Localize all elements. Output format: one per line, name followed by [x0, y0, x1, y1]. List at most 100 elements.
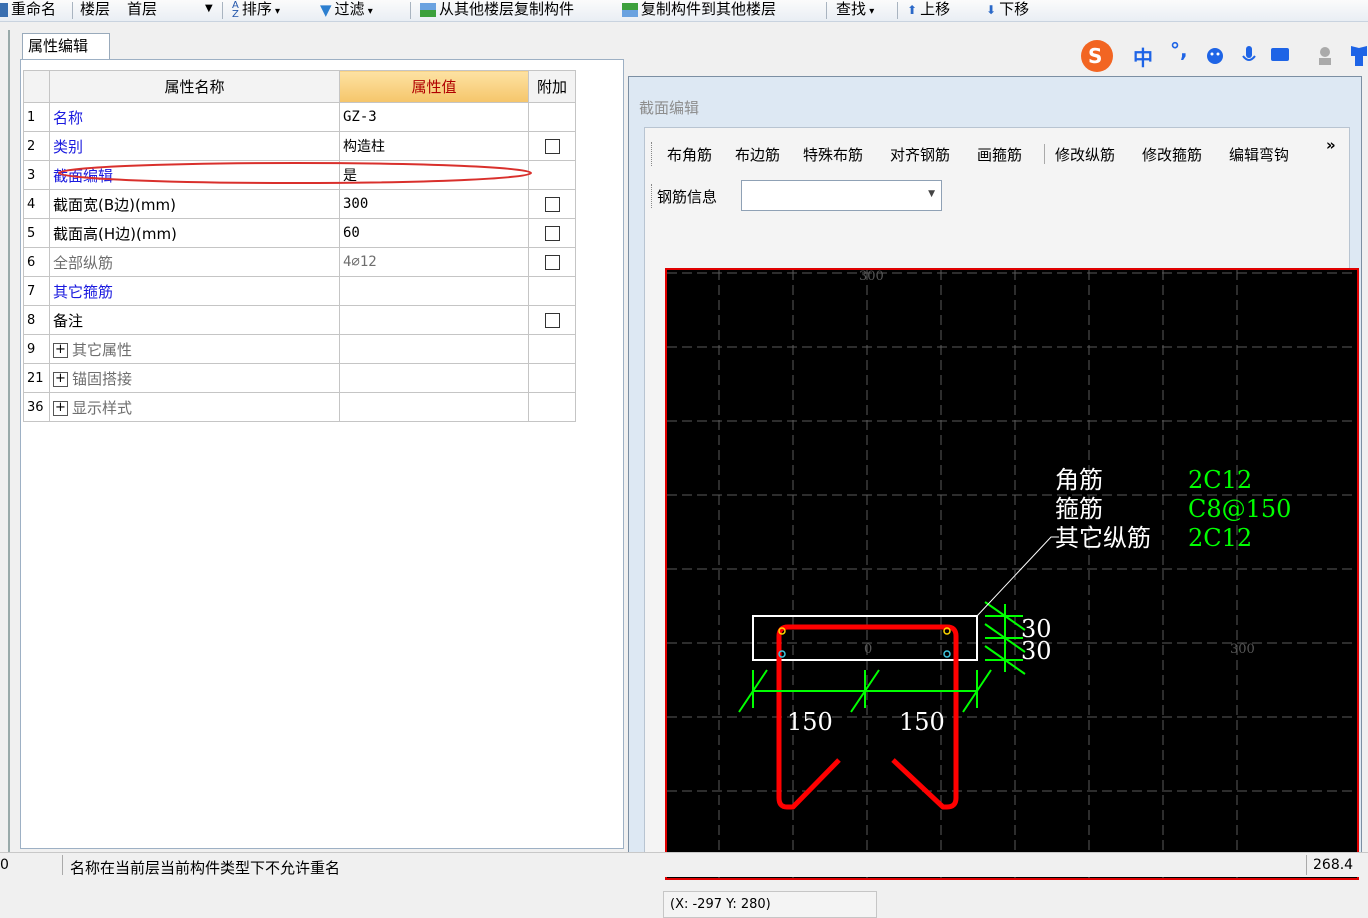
tool-special-rebar[interactable]: 特殊布筋	[803, 144, 863, 165]
arrow-down-icon: ⬇	[986, 2, 997, 17]
expand-icon[interactable]: +	[53, 342, 68, 358]
table-row[interactable]: 1 名称 GZ-3	[23, 102, 576, 132]
extra-cell	[528, 189, 576, 219]
legend-label: 角筋	[1055, 466, 1103, 494]
property-value	[339, 392, 529, 422]
filter-icon: ▼	[320, 0, 332, 19]
section-drawing[interactable]: 300 0 300 150 150 30 30 角筋 2C12 箍筋 C8@15…	[667, 269, 1357, 878]
tool-align-rebar[interactable]: 对齐钢筋	[890, 144, 950, 165]
property-value[interactable]: GZ-3	[339, 102, 529, 132]
move-up-button[interactable]: ⬆ 上移	[907, 0, 950, 22]
toolbar-separator	[222, 2, 223, 19]
grid-lines	[667, 270, 1357, 878]
tab-property-edit[interactable]: 属性编辑	[22, 33, 110, 60]
table-row[interactable]: 36 + 显示样式	[23, 392, 576, 422]
header-property-name[interactable]: 属性名称	[49, 70, 340, 103]
tool-modify-long-rebar[interactable]: 修改纵筋	[1055, 144, 1115, 165]
extra-cell	[528, 131, 576, 161]
sort-button[interactable]: A Z 排序 ▾	[232, 0, 280, 22]
row-number: 4	[23, 189, 50, 219]
row-number: 1	[23, 102, 50, 132]
table-row[interactable]: 21 + 锚固搭接	[23, 363, 576, 393]
ime-punct-indicator[interactable]: °,	[1170, 38, 1188, 62]
status-bar: 0 名称在当前层当前构件类型下不允许重名 268.4	[0, 852, 1368, 877]
tool-edit-hook[interactable]: 编辑弯钩	[1229, 144, 1289, 165]
property-value[interactable]	[339, 305, 529, 335]
legend-value: C8@150	[1188, 495, 1291, 523]
rename-icon	[0, 2, 8, 17]
property-name: 截面宽(B边)(mm)	[49, 189, 340, 219]
floor-label: 楼层	[80, 0, 111, 18]
row-number: 21	[23, 363, 50, 393]
property-panel: 属性名称 属性值 附加 1 名称 GZ-3 2 类别 构造柱 3 截面编辑 是 …	[20, 59, 624, 849]
user-icon	[1320, 47, 1330, 57]
rename-button[interactable]: 重命名	[0, 0, 56, 22]
dimension-label: 150	[787, 708, 833, 736]
move-down-button[interactable]: ⬇ 下移	[986, 0, 1029, 22]
tool-modify-stirrup[interactable]: 修改箍筋	[1142, 144, 1202, 165]
property-value[interactable]	[339, 276, 529, 306]
copy-from-floor-button[interactable]: 从其他楼层复制构件	[420, 0, 574, 22]
extra-checkbox[interactable]	[544, 313, 560, 328]
section-editor-title: 截面编辑	[639, 99, 700, 117]
emoji-icon	[1207, 48, 1223, 64]
status-separator	[62, 855, 63, 875]
table-row[interactable]: 6 全部纵筋 4⌀12	[23, 247, 576, 277]
axis-label-center: 0	[864, 642, 872, 657]
row-number: 3	[23, 160, 50, 190]
main-toolbar: 重命名 楼层 首层 ▼ A Z 排序 ▾ ▼ 过滤 ▾ 从其他楼层复制构件 复制构件到…	[0, 0, 1368, 22]
table-row[interactable]: 2 类别 构造柱	[23, 131, 576, 161]
extra-checkbox[interactable]	[544, 139, 560, 154]
extra-cell	[528, 218, 576, 248]
expand-icon[interactable]: +	[53, 371, 68, 387]
extra-checkbox[interactable]	[544, 197, 560, 212]
axis-label-right: 300	[1230, 642, 1255, 657]
left-splitter[interactable]	[8, 30, 10, 852]
property-value[interactable]: 60	[339, 218, 529, 248]
copy-layers-icon	[420, 2, 436, 17]
table-row[interactable]: 7 其它箍筋	[23, 276, 576, 306]
extra-cell	[528, 276, 576, 306]
legend-value: 2C12	[1188, 524, 1252, 552]
section-editor-body: 布角筋 布边筋 特殊布筋 对齐钢筋 画箍筋 修改纵筋 修改箍筋 编辑弯钩 » 钢…	[644, 127, 1359, 918]
keyboard-icon	[1271, 48, 1289, 61]
property-value[interactable]: 构造柱	[339, 131, 529, 161]
header-property-value[interactable]: 属性值	[339, 70, 529, 103]
tool-draw-stirrup[interactable]: 画箍筋	[977, 144, 1022, 165]
filter-button[interactable]: ▼ 过滤 ▾	[320, 0, 373, 22]
table-row[interactable]: 9 + 其它属性	[23, 334, 576, 364]
property-value	[339, 363, 529, 393]
row-number: 8	[23, 305, 50, 335]
legend-value: 2C12	[1188, 466, 1252, 494]
grid-header-row: 属性名称 属性值 附加	[23, 70, 576, 103]
copy-to-floor-button[interactable]: 复制构件到其他楼层	[622, 0, 776, 22]
toolbar-grip[interactable]	[651, 184, 654, 208]
ime-mode-indicator[interactable]: 中	[1133, 42, 1153, 71]
table-row[interactable]: 8 备注	[23, 305, 576, 335]
header-extra[interactable]: 附加	[528, 70, 576, 103]
find-button[interactable]: 查找 ▾	[836, 0, 874, 22]
more-tools-chevron-icon[interactable]: »	[1326, 136, 1336, 154]
table-row[interactable]: 4 截面宽(B边)(mm) 300	[23, 189, 576, 219]
property-value[interactable]: 300	[339, 189, 529, 219]
row-number: 6	[23, 247, 50, 277]
extra-checkbox[interactable]	[544, 226, 560, 241]
extra-checkbox[interactable]	[544, 255, 560, 270]
tool-edge-rebar[interactable]: 布边筋	[735, 144, 780, 165]
property-name: 全部纵筋	[49, 247, 340, 277]
floor-select[interactable]: 首层 ▼	[127, 0, 217, 22]
section-canvas[interactable]: 300 0 300 150 150 30 30 角筋 2C12 箍筋 C8@15…	[665, 268, 1359, 880]
rebar-info-label: 钢筋信息	[657, 188, 718, 206]
microphone-icon	[1246, 46, 1252, 58]
toolbar-separator	[897, 2, 898, 19]
toolbar-grip[interactable]	[651, 142, 654, 166]
property-value	[339, 334, 529, 364]
expand-icon[interactable]: +	[53, 400, 68, 416]
rebar-info-select[interactable]: ▼	[741, 180, 942, 211]
table-row[interactable]: 5 截面高(H边)(mm) 60	[23, 218, 576, 248]
svg-text:S: S	[1088, 44, 1102, 68]
tool-corner-rebar[interactable]: 布角筋	[667, 144, 712, 165]
property-value[interactable]: 4⌀12	[339, 247, 529, 277]
row-number: 7	[23, 276, 50, 306]
extra-cell	[528, 102, 576, 132]
